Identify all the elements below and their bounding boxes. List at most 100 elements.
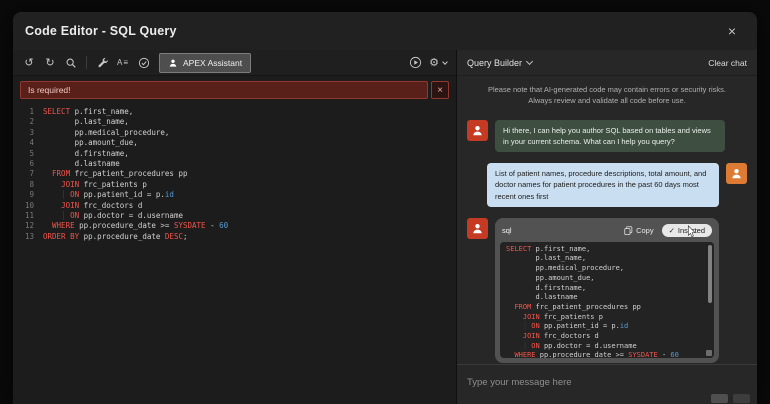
- error-close-button[interactable]: ×: [431, 81, 449, 99]
- copy-label: Copy: [636, 225, 654, 235]
- code-line: 10 JOIN frc_doctors d: [13, 201, 456, 211]
- assistant-code-row: sql Copy ✓ Inserted: [467, 217, 747, 363]
- sql-code-editor[interactable]: 1 SELECT p.first_name, 2 p.last_name, 3 pp.…: [13, 103, 456, 404]
- tools-button[interactable]: [92, 53, 112, 73]
- undo-button[interactable]: ↺: [19, 53, 39, 73]
- query-builder-label: Query Builder: [467, 57, 523, 68]
- line-number: 2: [29, 117, 34, 127]
- code-line: d.firstname,: [506, 283, 587, 292]
- code-line: pp.medical_procedure,: [506, 264, 625, 273]
- code-line: 4 pp.amount_due,: [13, 138, 456, 148]
- dialog-header: Code Editor - SQL Query ×: [13, 12, 757, 50]
- toolbar-separator: [86, 56, 87, 69]
- code-language-label: sql: [502, 225, 512, 235]
- copy-icon: [624, 226, 633, 235]
- code-line: JOIN frc_doctors d: [522, 332, 599, 341]
- mouse-cursor-icon: [687, 224, 696, 237]
- person-icon: [473, 125, 482, 135]
- page-background: Code Editor - SQL Query × ↺ ↻ A≡ APEX As…: [0, 0, 770, 404]
- code-scrollbar[interactable]: [708, 244, 712, 303]
- assistant-header: Query Builder Clear chat: [457, 50, 757, 76]
- error-message-bar: Is required!: [20, 81, 428, 99]
- code-line: SELECT p.first_name,: [506, 244, 591, 253]
- line-number: 10: [24, 200, 34, 210]
- code-line: WHERE pp.procedure_date >= SYSDATE - 60: [514, 351, 679, 358]
- code-editor-dialog: Code Editor - SQL Query × ↺ ↻ A≡ APEX As…: [13, 12, 757, 404]
- scroll-corner: [706, 349, 712, 356]
- validate-button[interactable]: [134, 53, 154, 73]
- clear-chat-button[interactable]: Clear chat: [708, 58, 747, 68]
- person-icon: [169, 59, 177, 67]
- settings-button[interactable]: ⚙: [426, 53, 450, 73]
- code-line: p.last_name,: [506, 254, 587, 263]
- chat-input[interactable]: [467, 377, 725, 388]
- line-number: 13: [24, 231, 34, 241]
- autocomplete-button[interactable]: A≡: [113, 53, 133, 73]
- check-circle-icon: [138, 57, 150, 68]
- close-icon: ×: [727, 23, 737, 39]
- undo-icon: ↺: [24, 56, 34, 69]
- editor-toolbar: ↺ ↻ A≡ APEX Assistant ⚙: [13, 50, 456, 76]
- code-line: 8 JOIN frc_patients p: [13, 180, 456, 190]
- apex-assistant-label: APEX Assistant: [183, 57, 243, 68]
- run-button[interactable]: [405, 53, 425, 73]
- redo-button[interactable]: ↻: [40, 53, 60, 73]
- person-icon: [732, 169, 741, 179]
- close-icon: ×: [437, 84, 443, 96]
- code-line: 11 │ ON pp.doctor = d.username: [13, 211, 456, 221]
- copy-button[interactable]: Copy: [624, 226, 654, 235]
- line-number: 3: [29, 127, 34, 137]
- code-line: 12 WHERE pp.procedure_date >= SYSDATE - …: [13, 221, 456, 231]
- assistant-avatar: [467, 217, 488, 239]
- code-line: FROM frc_patient_procedures pp: [514, 302, 641, 311]
- dialog-body: ↺ ↻ A≡ APEX Assistant ⚙ Is required! × 1…: [13, 50, 757, 404]
- dialog-close-button[interactable]: ×: [719, 18, 745, 44]
- code-line: 2 p.last_name,: [13, 117, 456, 127]
- line-number: 4: [29, 138, 34, 148]
- play-circle-icon: [409, 56, 421, 69]
- line-number: 11: [24, 211, 34, 221]
- code-line: 6 d.lastname: [13, 159, 456, 169]
- code-snippet[interactable]: SELECT p.first_name, p.last_name, pp.med…: [500, 241, 714, 358]
- code-line: d.lastname: [506, 293, 578, 302]
- code-line: 13 ORDER BY pp.procedure_date DESC;: [13, 232, 456, 242]
- line-number: 1: [29, 107, 34, 116]
- search-icon: [66, 58, 76, 68]
- code-line: JOIN frc_patients p: [522, 312, 603, 321]
- code-card-header: sql Copy ✓ Inserted: [502, 223, 712, 237]
- editor-pane: ↺ ↻ A≡ APEX Assistant ⚙ Is required! × 1…: [13, 50, 457, 404]
- chevron-down-icon: [442, 58, 448, 65]
- person-icon: [473, 223, 482, 233]
- line-number: 9: [29, 190, 34, 200]
- check-icon: ✓: [668, 225, 675, 235]
- line-number: 5: [29, 148, 34, 158]
- line-number: 7: [29, 169, 34, 179]
- assistant-message: Hi there, I can help you author SQL base…: [495, 119, 725, 152]
- error-message: Is required!: [28, 85, 71, 95]
- search-button[interactable]: [61, 53, 81, 73]
- footer-buttons: [711, 394, 750, 403]
- code-line: │ ON pp.patient_id = p.id: [522, 322, 629, 331]
- redo-icon: ↻: [45, 56, 55, 69]
- ai-disclaimer: Please note that AI-generated code may c…: [487, 85, 727, 106]
- code-line: 1 SELECT p.first_name,: [13, 107, 456, 117]
- autocomplete-icon: A≡: [116, 58, 129, 67]
- code-line: 7 FROM frc_patient_procedures pp: [13, 169, 456, 179]
- gear-icon: ⚙: [429, 56, 439, 69]
- error-row: Is required! ×: [20, 81, 449, 99]
- line-number: 8: [29, 179, 34, 189]
- chevron-down-icon: [525, 57, 534, 66]
- user-avatar: [726, 163, 747, 184]
- assistant-avatar: [467, 119, 488, 141]
- apex-assistant-button[interactable]: APEX Assistant: [159, 52, 252, 73]
- footer-button[interactable]: [733, 394, 750, 403]
- query-builder-dropdown[interactable]: Query Builder: [467, 57, 534, 68]
- user-message: List of patient names, procedure descrip…: [487, 163, 719, 207]
- code-line: 5 d.firstname,: [13, 149, 456, 159]
- line-number: 6: [29, 159, 34, 169]
- code-line: 9 │ ON pp.patient_id = p.id: [13, 190, 456, 200]
- chat-input-row: [457, 364, 757, 404]
- footer-button[interactable]: [711, 394, 728, 403]
- user-message-row: List of patient names, procedure descrip…: [467, 163, 747, 207]
- code-line: pp.amount_due,: [506, 273, 595, 282]
